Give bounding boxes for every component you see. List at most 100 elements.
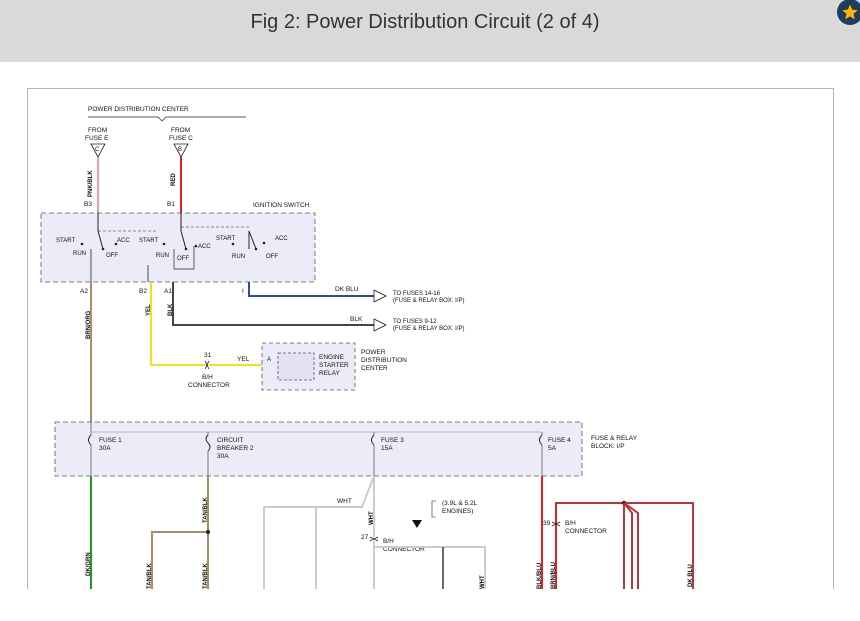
engines-note-1: (3.9L & 5.2L [442,500,478,507]
wire-dark-red-b [623,502,633,589]
switch1-start: START [56,238,75,244]
switch3-acc: ACC [275,236,288,242]
switch1-start-contact [80,242,84,246]
switch2-off-contact [184,247,188,251]
breaker2-label-2: BREAKER 2 [217,445,254,452]
switch1-acc: ACC [117,238,130,244]
wire-label-blk-vertical: BLK [168,303,174,316]
starter-relay-coil [277,352,315,381]
to-fuses-14-16-box: (FUSE & RELAY BOX: I/P) [393,298,464,304]
wire-label-dk-blu-2: DK BLU [688,564,694,587]
relay-pin-a: A [267,357,271,363]
wire-label-pnk-blk: PNK/BLK [88,170,94,197]
wire-wht-branch [315,506,328,589]
wire-label-blk-blu: BLK/BLU [537,563,543,589]
pdc-side-3: CENTER [361,365,388,372]
connector-c-label: C [95,147,100,153]
to-fuses-14-16: TO FUSES 14-16 [393,291,441,297]
from-fuse-e-2: FUSE E [85,135,109,142]
switch3-start-contact [231,242,235,246]
fuse-relay-block [54,421,583,477]
bh-connector-31-1: B/H [202,374,213,381]
switch2-acc: ACC [198,244,211,250]
breaker2-rating: 30A [217,453,229,460]
fuse4-label: FUSE 4 [548,437,571,444]
ignition-switch-label: IGNITION SWITCH [253,202,310,209]
pin-b1: B1 [167,201,175,208]
switch2-start-contact [162,242,166,246]
wire-label-tan-blk-3: TAN/BLK [203,562,209,589]
favorite-button[interactable] [837,0,860,25]
switch3-off-contact [254,247,258,251]
switch2-off: OFF [177,256,189,262]
arrow-fuses-9-12 [373,318,387,332]
figure-header: Fig 2: Power Distribution Circuit (2 of … [0,0,860,62]
fuse-block-label-1: FUSE & RELAY [591,435,638,442]
switch2-run: RUN [156,253,169,259]
figure-title: Fig 2: Power Distribution Circuit (2 of … [250,11,600,33]
pdc-brace [88,116,246,122]
relay-label-2: STARTER [319,362,349,369]
engine-arrow [412,520,422,528]
switch2-acc-contact [194,244,198,248]
fuse3-rating: 15A [381,445,393,452]
wiring-diagram: POWER DISTRIBUTION CENTER FROM FUSE E FR… [27,88,834,589]
pdc-side-1: POWER [361,349,386,356]
pin-b3: B3 [84,201,92,208]
splice-tan-blk [206,530,210,534]
wire-label-wht-2: WHT [480,575,486,589]
fuse4-rating: 5A [548,445,557,452]
wire-label-dk-grn: DK/GRN [86,552,92,576]
wire-yel [150,282,205,366]
switch3-start: START [216,236,235,242]
diagram-svg: POWER DISTRIBUTION CENTER FROM FUSE E FR… [40,106,694,589]
engines-note-2: ENGINES) [442,508,473,515]
bh-connector-27-1: B/H [383,538,394,545]
wire-label-tan-blk: TAN/BLK [203,496,209,523]
switch3-run: RUN [232,254,245,260]
from-fuse-e-1: FROM [88,127,107,134]
relay-label-3: RELAY [319,370,340,377]
fuse1-rating: 30A [99,445,111,452]
pin-27: 27 [361,534,369,541]
ignition-switch-box [40,212,316,283]
pin-39: 39 [543,520,551,527]
switch1-off-contact [101,247,105,251]
bh-connector-39-1: B/H [565,520,576,527]
bh-connector-27-symbol [369,536,379,542]
switch2-start: START [139,238,158,244]
wire-label-tan-blk-2: TAN/BLK [147,562,153,589]
fuse3-label: FUSE 3 [381,437,404,444]
wire-label-brn-org: BRN/ORG [86,310,92,339]
pdc-label: POWER DISTRIBUTION CENTER [88,106,189,113]
to-fuses-9-12: TO FUSES 9-12 [393,319,437,325]
wire-label-blk: BLK [350,316,363,323]
to-fuses-9-12-box: (FUSE & RELAY BOX: I/P) [393,326,464,332]
bh-connector-31-symbol [204,360,210,370]
from-fuse-c-1: FROM [171,127,190,134]
engines-bracket [431,500,436,518]
connector-b-label: B [178,147,182,153]
pin-31: 31 [204,352,212,359]
breaker2-label-1: CIRCUIT [217,437,243,444]
wire-label-yel: YEL [237,356,250,363]
arrow-fuses-14-16 [373,289,387,303]
fuse-block-label-2: BLOCK: I/P [591,443,625,450]
relay-label-1: ENGINE [319,354,345,361]
pin-a2: A2 [80,288,88,295]
wire-wht-left [263,475,375,589]
pin-i: I [242,288,244,295]
switch1-off: OFF [106,253,118,259]
bh-connector-31-2: CONNECTOR [188,382,230,389]
wire-label-wht: WHT [369,511,375,525]
bh-connector-39-2: CONNECTOR [565,528,607,535]
wire-label-wht-top: WHT [337,498,352,505]
switch3-off: OFF [266,254,278,260]
wire-tan-blk-branch [151,531,208,589]
pin-a1: A1 [164,288,172,295]
star-icon [840,2,860,21]
fuse1-label: FUSE 1 [99,437,122,444]
wire-label-dk-blu: DK BLU [335,286,359,293]
wire-label-red: RED [171,173,177,186]
wire-label-brn-blu: BRN/BLU [551,562,557,589]
